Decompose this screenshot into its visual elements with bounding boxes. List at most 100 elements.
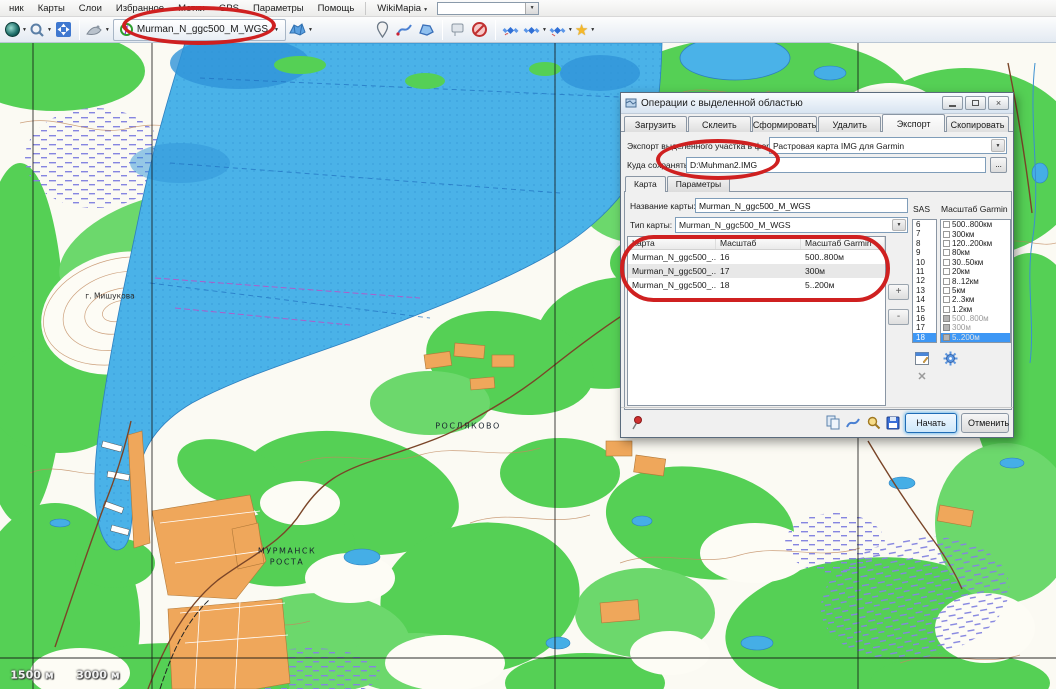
checkbox[interactable] xyxy=(943,306,950,313)
sas-zoom-item[interactable]: 6 xyxy=(913,220,936,229)
cancel-button[interactable]: Отменить xyxy=(961,413,1009,433)
garmin-scale-item[interactable]: 80км xyxy=(941,248,1010,257)
menu-item-help[interactable]: Помощь xyxy=(311,1,362,16)
scale-table[interactable]: Карта Масштаб Масштаб Garmin Murman_N_gg… xyxy=(627,236,886,406)
satellite-dish-button[interactable]: ▼ xyxy=(85,19,110,41)
chevron-down-icon[interactable]: ▼ xyxy=(892,219,906,231)
checkbox[interactable] xyxy=(943,240,950,247)
checkbox[interactable] xyxy=(943,221,950,228)
checkbox[interactable] xyxy=(943,278,950,285)
menu-item-favorites[interactable]: Избранное xyxy=(109,1,171,16)
menu-item-maps[interactable]: Карты xyxy=(31,1,72,16)
sas-zoom-item[interactable]: 11 xyxy=(913,267,936,276)
favorites-button[interactable]: ★ ▼ xyxy=(575,19,595,41)
sas-zoom-item[interactable]: 16 xyxy=(913,314,936,323)
path-button[interactable] xyxy=(395,19,415,41)
checkbox[interactable] xyxy=(943,231,950,238)
disable-button[interactable] xyxy=(470,19,490,41)
map-source-button[interactable]: ƒ Murman_N_ggc500_M_WGS ▼ xyxy=(113,19,286,41)
garmin-scale-item[interactable]: 1.2км xyxy=(941,305,1010,314)
label-button[interactable] xyxy=(448,19,468,41)
scale-table-row[interactable]: Murman_N_ggc500_...185..200м xyxy=(628,278,885,292)
map-type-combo[interactable]: Murman_N_ggc500_M_WGS ▼ xyxy=(675,217,908,233)
garmin-scale-item[interactable]: 5..200м xyxy=(941,333,1010,342)
sas-zoom-item[interactable]: 15 xyxy=(913,305,936,314)
garmin-scale-item[interactable]: 2..3км xyxy=(941,295,1010,304)
menu-item-wikimapia[interactable]: WikiMapia▼ xyxy=(370,1,433,16)
scale-table-row[interactable]: Murman_N_ggc500_...17300м xyxy=(628,264,885,278)
polygon-button[interactable] xyxy=(417,19,437,41)
tab-parametry[interactable]: Параметры xyxy=(667,176,730,192)
checkbox[interactable] xyxy=(943,334,950,341)
menu-item-gps[interactable]: GPS xyxy=(212,1,246,16)
placemark-button[interactable] xyxy=(373,19,393,41)
checkbox[interactable] xyxy=(943,315,950,322)
dialog-tab-4[interactable]: Экспорт xyxy=(882,114,945,132)
garmin-scale-item[interactable]: 120..200км xyxy=(941,239,1010,248)
dialog-tab-5[interactable]: Скопировать xyxy=(946,116,1009,132)
remove-scale-button[interactable]: - xyxy=(888,309,909,325)
menu-item-layers[interactable]: Слои xyxy=(72,1,109,16)
browse-button[interactable]: ... xyxy=(990,157,1007,173)
garmin-scale-item[interactable]: 300км xyxy=(941,229,1010,238)
garmin-listbox[interactable]: 500..800км300км120..200км80км30..50км20к… xyxy=(940,219,1011,343)
checkbox[interactable] xyxy=(943,324,950,331)
garmin-scale-item[interactable]: 5км xyxy=(941,286,1010,295)
fullscreen-button[interactable] xyxy=(54,19,74,41)
minimize-button[interactable] xyxy=(942,96,963,110)
gps-marks-button[interactable]: ▼ xyxy=(549,19,573,41)
sas-zoom-item[interactable]: 14 xyxy=(913,295,936,304)
edit-grid-button[interactable] xyxy=(914,350,930,366)
sas-zoom-item[interactable]: 10 xyxy=(913,258,936,267)
chevron-down-icon[interactable]: ▼ xyxy=(991,139,1005,152)
checkbox[interactable] xyxy=(943,259,950,266)
save-path-input[interactable] xyxy=(686,157,986,173)
column-masshtab[interactable]: Масштаб xyxy=(716,237,801,249)
scale-table-row[interactable]: Murman_N_ggc500_...16500..800м xyxy=(628,250,885,264)
sas-zoom-item[interactable]: 12 xyxy=(913,276,936,285)
pin-button[interactable] xyxy=(629,415,645,431)
start-button[interactable]: Начать xyxy=(905,413,957,433)
maximize-button[interactable] xyxy=(965,96,986,110)
gps-connect-button[interactable] xyxy=(501,19,521,41)
zoom-button[interactable]: ▼ xyxy=(29,19,52,41)
checkbox[interactable] xyxy=(943,287,950,294)
garmin-scale-item[interactable]: 30..50км xyxy=(941,258,1010,267)
wikimapia-combo[interactable]: ▼ xyxy=(437,2,539,15)
dialog-titlebar[interactable]: Операции с выделенной областью × xyxy=(621,93,1013,114)
globe-button[interactable]: ▼ xyxy=(5,19,27,41)
menu-item-source[interactable]: ник xyxy=(2,1,31,16)
zoom-to-button[interactable] xyxy=(865,415,881,431)
garmin-scale-item[interactable]: 500..800км xyxy=(941,220,1010,229)
sas-zoom-item[interactable]: 13 xyxy=(913,286,936,295)
sas-zoom-item[interactable]: 17 xyxy=(913,323,936,332)
sas-zoom-item[interactable]: 8 xyxy=(913,239,936,248)
garmin-scale-item[interactable]: 20км xyxy=(941,267,1010,276)
sas-listbox[interactable]: 6789101112131415161718 xyxy=(912,219,937,343)
garmin-scale-item[interactable]: 300м xyxy=(941,323,1010,332)
garmin-scale-item[interactable]: 500..800м xyxy=(941,314,1010,323)
dialog-tab-3[interactable]: Удалить xyxy=(818,116,881,132)
dialog-tab-2[interactable]: Сформировать xyxy=(752,116,817,132)
checkbox[interactable] xyxy=(943,268,950,275)
close-button[interactable]: × xyxy=(988,96,1009,110)
sas-zoom-item[interactable]: 7 xyxy=(913,229,936,238)
map-name-input[interactable] xyxy=(695,198,908,213)
export-format-combo[interactable]: Растровая карта IMG для Garmin ▼ xyxy=(769,137,1007,154)
garmin-scale-item[interactable]: 8..12км xyxy=(941,276,1010,285)
layers-button[interactable]: ▼ xyxy=(289,19,313,41)
sas-zoom-item[interactable]: 18 xyxy=(913,333,936,342)
copy-button[interactable] xyxy=(825,415,841,431)
delete-button[interactable]: ✕ xyxy=(914,368,930,384)
gps-track-button[interactable]: ▼ xyxy=(523,19,547,41)
menu-item-params[interactable]: Параметры xyxy=(246,1,311,16)
path-tool-button[interactable] xyxy=(845,415,861,431)
chevron-down-icon[interactable]: ▼ xyxy=(525,3,538,14)
dialog-tab-0[interactable]: Загрузить xyxy=(624,116,687,132)
column-masshtab-garmin[interactable]: Масштаб Garmin xyxy=(801,237,885,249)
checkbox[interactable] xyxy=(943,249,950,256)
menu-item-marks[interactable]: Метки xyxy=(171,1,212,16)
add-scale-button[interactable]: + xyxy=(888,284,909,300)
settings-button[interactable] xyxy=(942,350,958,366)
column-karta[interactable]: Карта xyxy=(628,237,716,249)
